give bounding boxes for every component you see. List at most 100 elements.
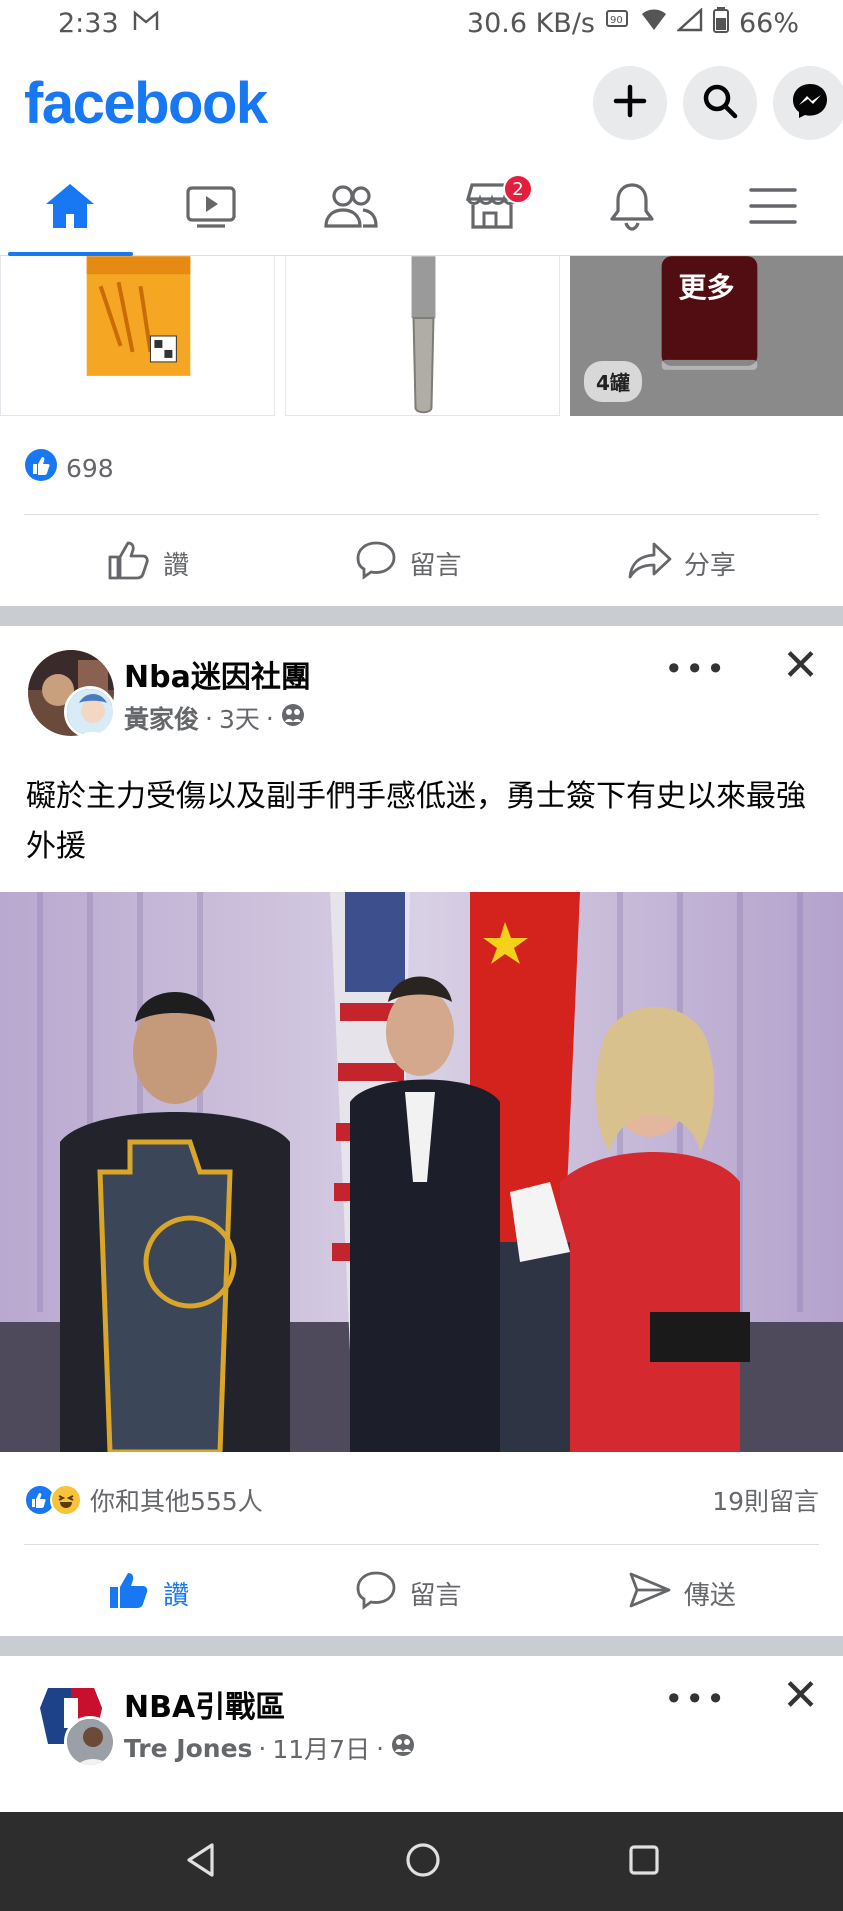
product-carousel: 更多 4罐 <box>0 256 843 416</box>
tab-friends[interactable] <box>281 160 422 255</box>
post1-reactions[interactable]: 698 <box>24 448 819 488</box>
plus-icon <box>612 83 648 123</box>
share-label: 分享 <box>683 550 736 581</box>
author-name[interactable]: Tre Jones <box>124 1734 252 1763</box>
post-text: 礙於主力受傷以及副手們手感低迷，勇士簽下有史以來最強外援 <box>26 779 806 864</box>
post-photo[interactable] <box>0 892 843 1452</box>
friends-icon <box>323 182 379 234</box>
like-button[interactable]: 讚 <box>107 539 189 588</box>
like-button[interactable]: 讚 <box>107 1569 189 1618</box>
like-label: 讚 <box>163 1580 190 1611</box>
net-speed: 30.6 KB/s <box>466 7 595 39</box>
comment-label: 留言 <box>409 550 462 581</box>
app-header: facebook <box>0 58 843 148</box>
battery-percent: 66% <box>738 7 799 39</box>
author-avatar[interactable] <box>64 1716 116 1768</box>
author-avatar[interactable] <box>64 686 116 738</box>
like-label: 讚 <box>163 550 190 581</box>
more-options-icon[interactable]: ••• <box>664 1680 727 1718</box>
marketplace-badge: 2 <box>502 174 533 204</box>
close-icon[interactable]: ✕ <box>782 1670 819 1721</box>
more-options-icon[interactable]: ••• <box>664 650 727 688</box>
like-reaction-icon <box>24 448 58 488</box>
group-name[interactable]: NBA引戰區 <box>124 1682 285 1726</box>
milk-tea-box-image <box>86 256 191 376</box>
more-label: 更多 <box>678 271 735 304</box>
reaction-icons <box>24 1484 82 1516</box>
share-icon <box>628 540 672 587</box>
create-button[interactable] <box>593 66 667 140</box>
meta-dot: · <box>265 703 274 733</box>
tab-menu[interactable] <box>703 160 843 255</box>
menu-icon <box>749 184 797 232</box>
wifi-icon <box>641 8 667 39</box>
feed-separator <box>0 1636 843 1656</box>
group-privacy-icon <box>390 1732 416 1764</box>
battery-icon <box>712 6 729 40</box>
haha-reaction-icon <box>50 1484 82 1516</box>
post2-actions: 讚 留言 傳送 <box>24 1548 819 1638</box>
reaction-summary: 你和其他555人 <box>90 1487 263 1516</box>
tab-watch[interactable] <box>141 160 282 255</box>
knife-image <box>411 256 436 414</box>
close-icon[interactable]: ✕ <box>782 640 819 691</box>
messenger-button[interactable] <box>773 66 843 140</box>
send-label: 傳送 <box>683 1580 736 1611</box>
product-card-more[interactable]: 更多 4罐 <box>570 256 843 416</box>
share-button[interactable]: 分享 <box>628 540 736 587</box>
post2-header: Nba迷因社團 黃家俊 · 3天 · ••• ✕ <box>28 640 819 740</box>
divider <box>24 1544 819 1545</box>
product-card-knife[interactable] <box>285 256 560 416</box>
count-chip: 4罐 <box>584 361 642 402</box>
feed-separator <box>0 606 843 626</box>
post-time[interactable]: 11月7日 <box>272 1730 370 1766</box>
gmail-icon <box>133 8 159 39</box>
facebook-logo[interactable]: facebook <box>24 70 268 137</box>
post1-actions: 讚 留言 分享 <box>24 518 819 608</box>
comment-label: 留言 <box>409 1580 462 1611</box>
system-nav-bar <box>0 1812 843 1911</box>
thumbs-up-filled-icon <box>107 1569 151 1618</box>
recents-icon[interactable] <box>628 1844 660 1880</box>
signal-icon <box>675 6 703 39</box>
home-circle-icon[interactable] <box>405 1842 441 1882</box>
video-icon <box>185 182 237 234</box>
comment-icon <box>355 540 397 587</box>
meta-dot: · <box>376 1733 385 1763</box>
tab-home[interactable] <box>0 160 141 256</box>
comment-count[interactable]: 19則留言 <box>712 1482 819 1518</box>
author-name[interactable]: 黃家俊 <box>124 700 199 736</box>
comment-button[interactable]: 留言 <box>355 1570 462 1617</box>
home-icon <box>44 182 96 234</box>
send-icon <box>628 1570 672 1617</box>
back-icon[interactable] <box>184 1842 218 1882</box>
post-meta: Tre Jones · 11月7日 · <box>124 1730 416 1766</box>
hd-voice-icon: 90 <box>605 8 631 39</box>
search-button[interactable] <box>683 66 757 140</box>
tab-bar: 2 <box>0 160 843 256</box>
tab-marketplace[interactable]: 2 <box>422 160 563 255</box>
product-card-milk-tea[interactable] <box>0 256 275 416</box>
thumbs-up-icon <box>107 539 151 588</box>
divider <box>24 514 819 515</box>
tab-notifications[interactable] <box>562 160 703 255</box>
reaction-count: 698 <box>66 453 114 483</box>
send-button[interactable]: 傳送 <box>628 1570 736 1617</box>
status-time: 2:33 <box>58 7 119 39</box>
comment-icon <box>355 1570 397 1617</box>
meta-dot: · <box>258 1733 267 1763</box>
search-icon <box>701 82 739 124</box>
post-time[interactable]: 3天 <box>219 700 260 736</box>
post2-reactions[interactable]: 你和其他555人 19則留言 <box>24 1478 819 1522</box>
group-name[interactable]: Nba迷因社團 <box>124 652 311 696</box>
messenger-icon <box>790 81 830 125</box>
group-privacy-icon <box>280 702 306 734</box>
status-bar: 2:33 30.6 KB/s 90 66% <box>0 0 843 46</box>
comment-button[interactable]: 留言 <box>355 540 462 587</box>
post3-header: NBA引戰區 Tre Jones · 11月7日 · ••• ✕ <box>28 1670 819 1770</box>
post-meta: 黃家俊 · 3天 · <box>124 700 306 736</box>
meta-dot: · <box>205 703 213 733</box>
press-event-photo <box>0 892 843 1452</box>
bell-icon <box>608 181 656 235</box>
svg-text:90: 90 <box>610 15 623 26</box>
